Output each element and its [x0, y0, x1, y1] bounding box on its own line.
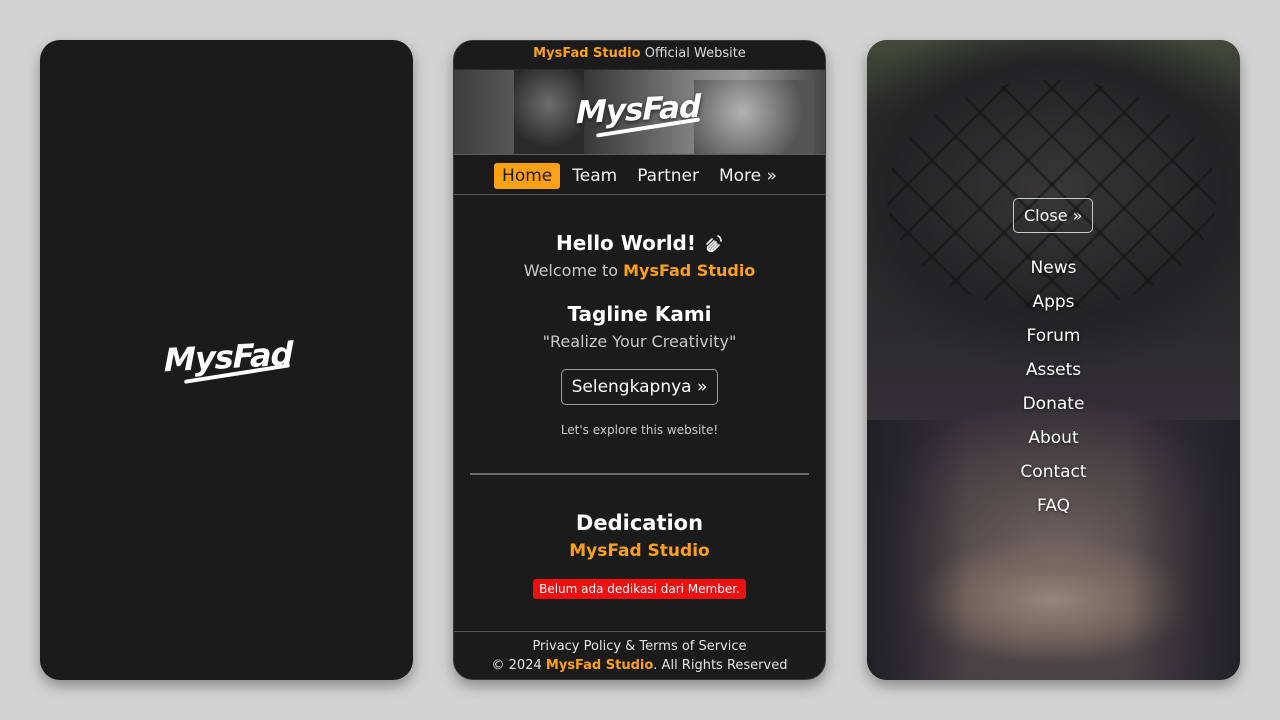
banner-background-art: [694, 80, 814, 154]
section-divider: [470, 473, 809, 475]
menu-item-forum[interactable]: Forum: [867, 324, 1240, 358]
copyright-prefix: © 2024: [491, 658, 546, 673]
copyright-suffix: . All Rights Reserved: [653, 658, 788, 673]
close-menu-button[interactable]: Close »: [1013, 198, 1094, 233]
menu-list: News Apps Forum Assets Donate About Cont…: [867, 256, 1240, 528]
copyright-brand[interactable]: MysFad Studio: [546, 658, 653, 673]
site-title-brand: MysFad Studio: [533, 46, 641, 61]
site-title-suffix: Official Website: [640, 46, 746, 61]
welcome-line: Welcome to MysFad Studio: [454, 261, 825, 280]
menu-item-assets[interactable]: Assets: [867, 358, 1240, 392]
site-footer: Privacy Policy & Terms of Service © 2024…: [454, 631, 825, 679]
menu-item-donate[interactable]: Donate: [867, 392, 1240, 426]
banner-character-art: [514, 70, 584, 154]
nav-team[interactable]: Team: [564, 163, 625, 189]
menu-item-news[interactable]: News: [867, 256, 1240, 290]
menu-item-about[interactable]: About: [867, 426, 1240, 460]
welcome-brand: MysFad Studio: [623, 261, 756, 280]
copyright: © 2024 MysFad Studio. All Rights Reserve…: [454, 656, 825, 675]
banner-logo-text: MysFad: [576, 88, 701, 132]
tagline-heading: Tagline Kami: [567, 302, 712, 326]
hello-heading: Hello World!: [454, 231, 825, 255]
nav-partner[interactable]: Partner: [629, 163, 707, 189]
main-content: Hello World! Welcome to MysFad Studio Ta…: [454, 231, 825, 599]
dedication-studio: MysFad Studio: [569, 541, 710, 561]
menu-item-apps[interactable]: Apps: [867, 290, 1240, 324]
dedication-heading: Dedication: [575, 511, 704, 535]
site-title-bar: MysFad Studio Official Website: [454, 41, 825, 69]
main-nav: Home Team Partner More »: [454, 155, 825, 195]
welcome-prefix: Welcome to: [523, 261, 624, 280]
nav-more[interactable]: More »: [711, 163, 785, 189]
menu-item-contact[interactable]: Contact: [867, 460, 1240, 494]
explore-text: Let's explore this website!: [560, 423, 719, 437]
no-dedication-notice: Belum ada dedikasi dari Member.: [533, 579, 746, 599]
home-screen: MysFad Studio Official Website MysFad Ho…: [453, 40, 826, 680]
nav-home[interactable]: Home: [494, 162, 561, 189]
splash-screen: MysFad: [40, 40, 413, 680]
waving-hand-icon: [703, 231, 723, 255]
banner-logo[interactable]: MysFad: [576, 88, 701, 138]
header-banner: MysFad: [454, 69, 825, 155]
splash-logo: MysFad: [164, 335, 292, 384]
hello-text: Hello World!: [556, 231, 696, 255]
tagline-text: "Realize Your Creativity": [542, 332, 737, 351]
more-info-button[interactable]: Selengkapnya »: [560, 369, 719, 405]
menu-screen: Close » News Apps Forum Assets Donate Ab…: [867, 40, 1240, 680]
menu-item-faq[interactable]: FAQ: [867, 494, 1240, 528]
privacy-terms-link[interactable]: Privacy Policy & Terms of Service: [454, 637, 825, 656]
